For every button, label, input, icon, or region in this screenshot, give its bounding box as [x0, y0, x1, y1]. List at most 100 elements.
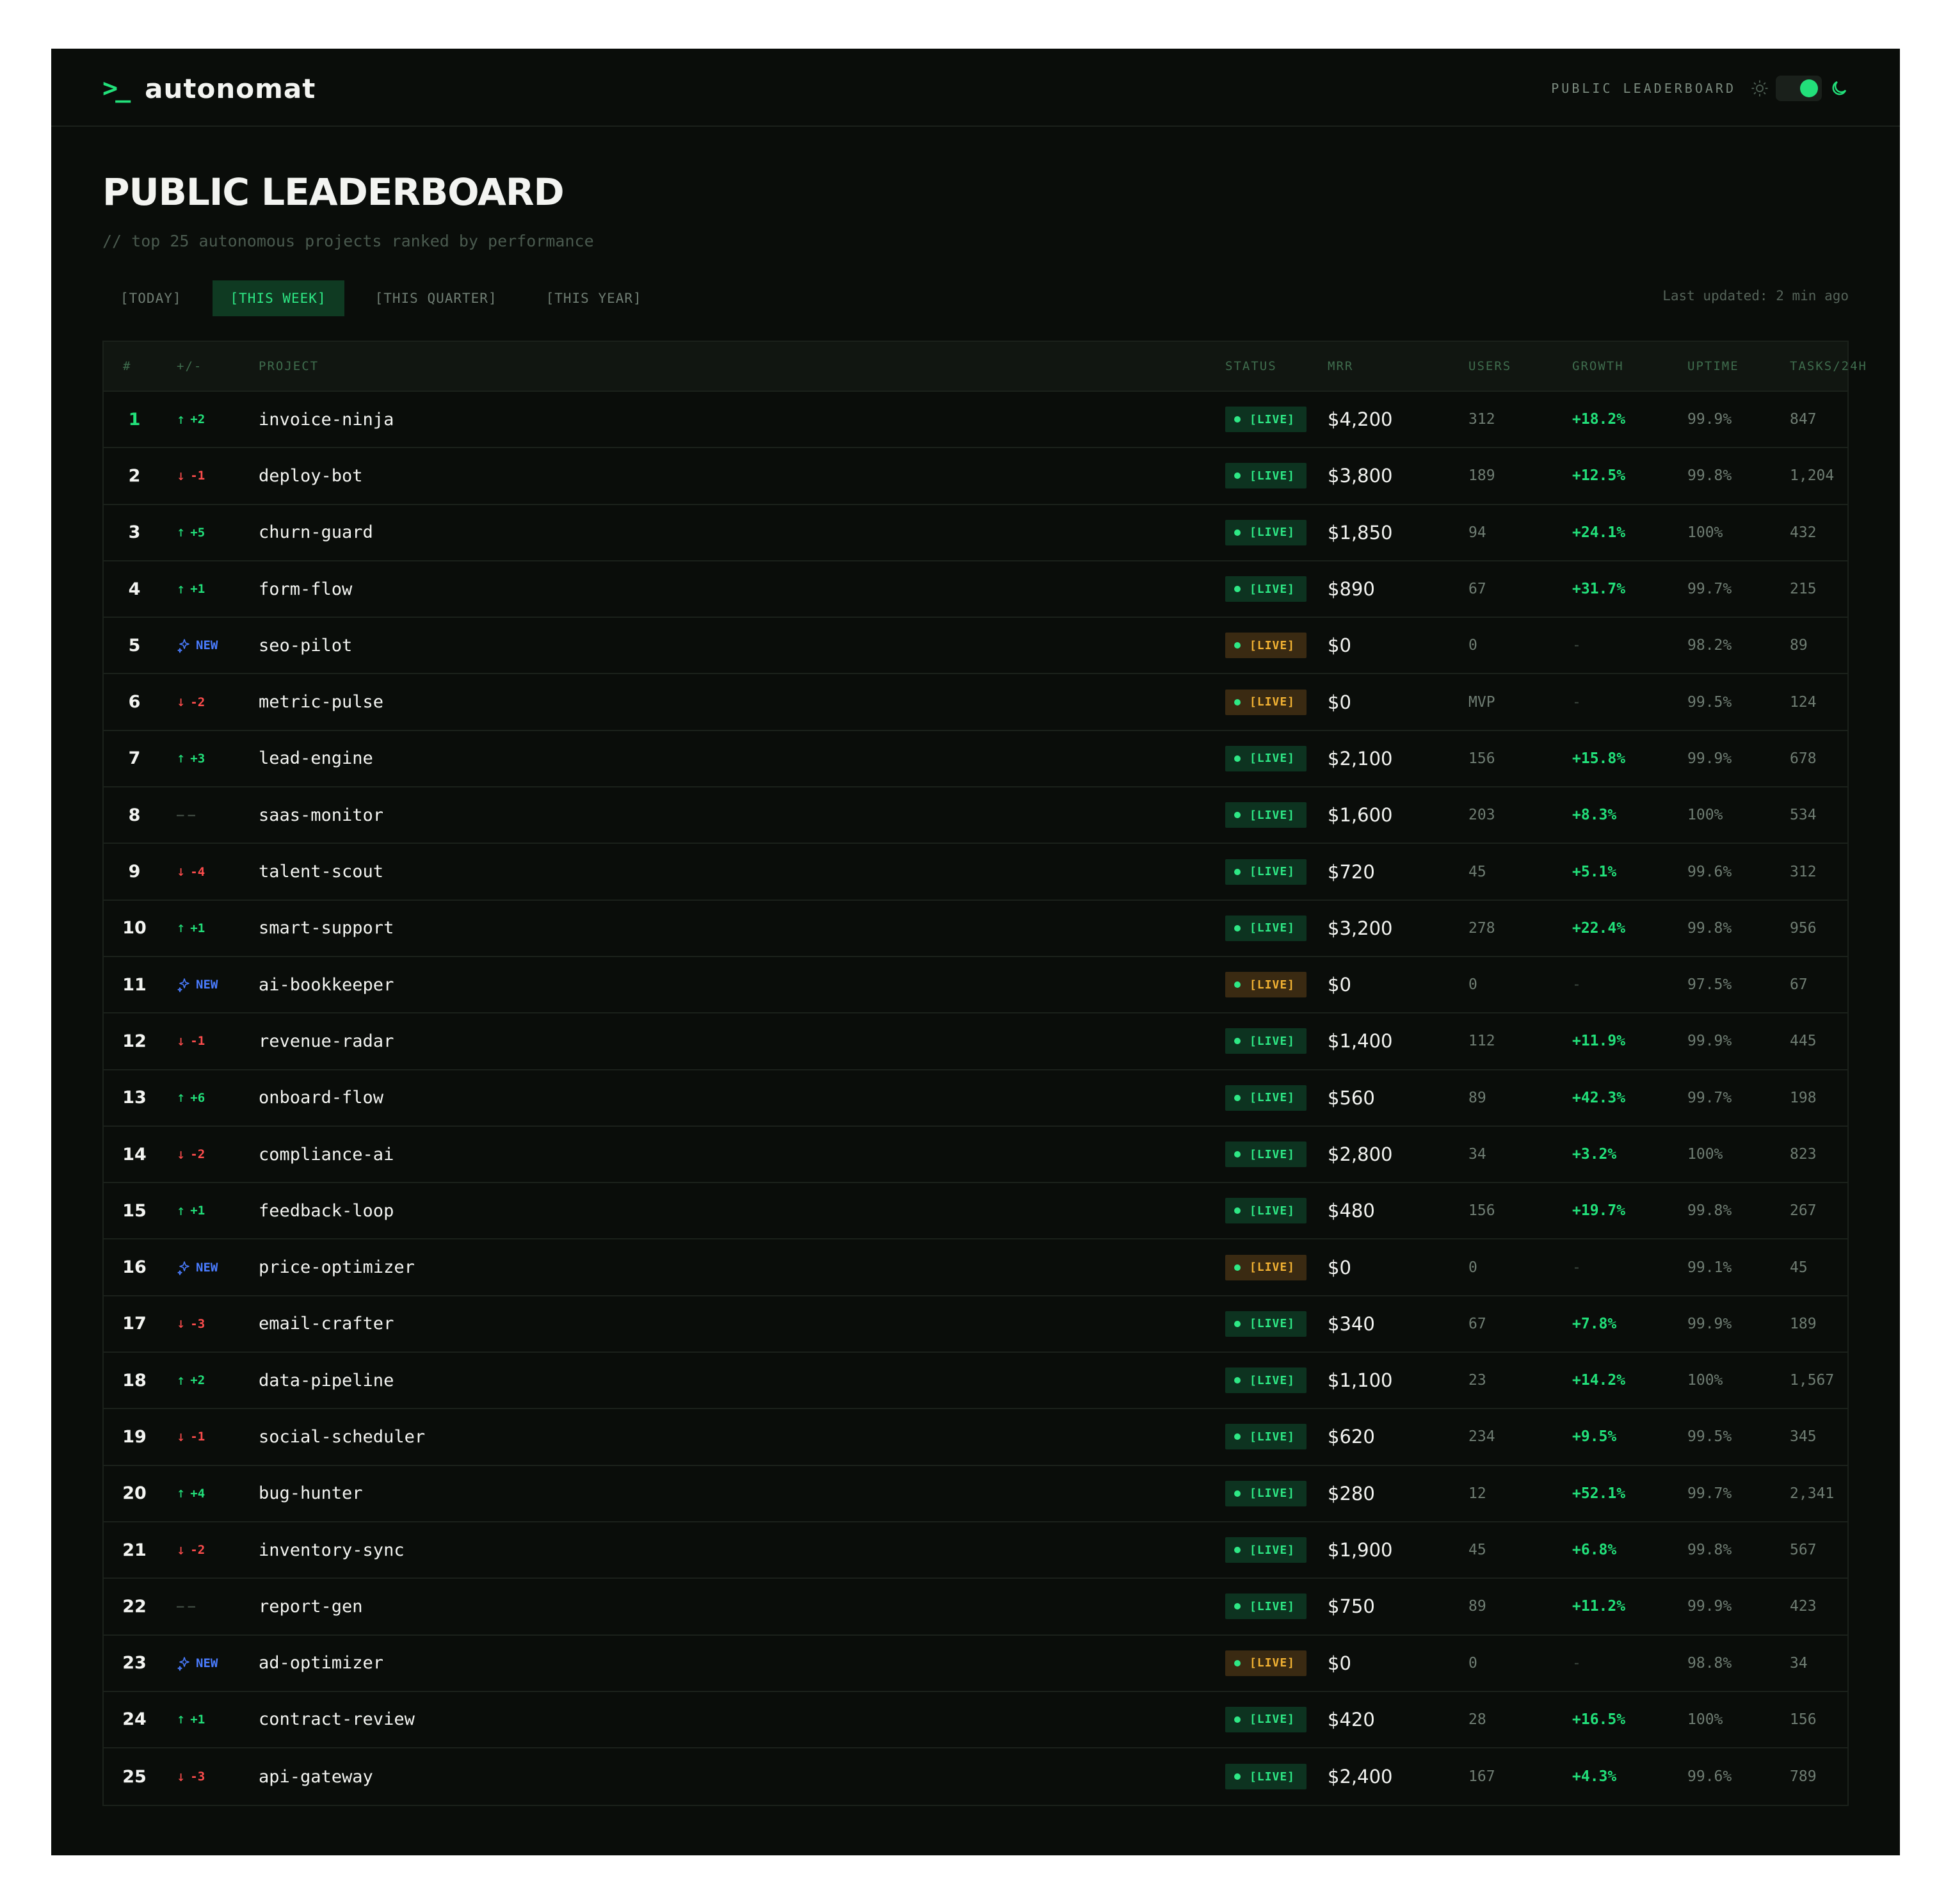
- column-header-mrr[interactable]: MRR: [1328, 342, 1353, 391]
- table-row[interactable]: 23 NEW ad-optimizer [LIVE] $0 0 - 98.8% …: [104, 1636, 1847, 1692]
- status-dot-icon: [1234, 868, 1241, 875]
- page-title: PUBLIC LEADERBOARD: [102, 170, 565, 214]
- uptime-cell: 99.5%: [1687, 693, 1732, 711]
- column-header-uptime[interactable]: UPTIME: [1687, 342, 1739, 391]
- table-row[interactable]: 25 ↓ -3 api-gateway [LIVE] $2,400 167 +4.…: [104, 1748, 1847, 1805]
- status-cell: [LIVE]: [1225, 1636, 1307, 1691]
- project-name[interactable]: inventory-sync: [259, 1522, 405, 1577]
- project-name[interactable]: compliance-ai: [259, 1127, 394, 1182]
- project-name[interactable]: seo-pilot: [259, 618, 352, 673]
- column-header-users[interactable]: USERS: [1468, 342, 1511, 391]
- project-name[interactable]: invoice-ninja: [259, 392, 394, 447]
- table-row[interactable]: 20 ↑ +4 bug-hunter [LIVE] $280 12 +52.1% …: [104, 1466, 1847, 1522]
- project-name[interactable]: form-flow: [259, 561, 352, 617]
- table-row[interactable]: 4 ↑ +1 form-flow [LIVE] $890 67 +31.7% 99…: [104, 561, 1847, 618]
- column-header-growth[interactable]: GROWTH: [1572, 342, 1624, 391]
- status-badge: [LIVE]: [1225, 1593, 1307, 1620]
- tab-today[interactable]: [TODAY]: [102, 280, 200, 316]
- project-name[interactable]: deploy-bot: [259, 448, 363, 503]
- column-header-tasks[interactable]: TASKS/24H: [1790, 342, 1867, 391]
- column-header-status[interactable]: STATUS: [1225, 342, 1277, 391]
- table-row[interactable]: 12 ↓ -1 revenue-radar [LIVE] $1,400 112 +…: [104, 1013, 1847, 1070]
- table-row[interactable]: 13 ↑ +6 onboard-flow [LIVE] $560 89 +42.3…: [104, 1070, 1847, 1127]
- table-row[interactable]: 14 ↓ -2 compliance-ai [LIVE] $2,800 34 +3…: [104, 1127, 1847, 1184]
- project-name[interactable]: metric-pulse: [259, 674, 383, 729]
- project-name[interactable]: ai-bookkeeper: [259, 957, 394, 1012]
- column-header-change[interactable]: +/-: [177, 342, 202, 391]
- project-name[interactable]: churn-guard: [259, 505, 373, 560]
- table-row[interactable]: 21 ↓ -2 inventory-sync [LIVE] $1,900 45 +…: [104, 1522, 1847, 1579]
- project-name[interactable]: social-scheduler: [259, 1409, 425, 1464]
- status-dot-icon: [1234, 586, 1241, 593]
- rank-change-value: ——: [177, 1599, 199, 1614]
- project-name[interactable]: price-optimizer: [259, 1239, 415, 1295]
- uptime-cell: 99.5%: [1687, 1428, 1732, 1446]
- users-cell: 312: [1468, 411, 1495, 428]
- table-row[interactable]: 18 ↑ +2 data-pipeline [LIVE] $1,100 23 +1…: [104, 1353, 1847, 1410]
- tasks-cell: 156: [1790, 1711, 1817, 1728]
- sparkle-icon: [177, 1656, 189, 1671]
- growth-cell: +24.1%: [1572, 524, 1626, 541]
- tab-this-week[interactable]: [THIS WEEK]: [212, 280, 344, 316]
- moon-icon[interactable]: [1829, 79, 1849, 98]
- rank-change-value: NEW: [196, 1260, 218, 1275]
- project-name[interactable]: lead-engine: [259, 731, 373, 786]
- project-name[interactable]: data-pipeline: [259, 1353, 394, 1408]
- arrow-up-icon: ↑: [177, 750, 186, 767]
- project-name[interactable]: ad-optimizer: [259, 1636, 383, 1691]
- table-row[interactable]: 8 —— saas-monitor [LIVE] $1,600 203 +8.3…: [104, 787, 1847, 844]
- status-dot-icon: [1234, 1377, 1241, 1384]
- mrr-cell: $0: [1328, 691, 1351, 713]
- table-row[interactable]: 2 ↓ -1 deploy-bot [LIVE] $3,800 189 +12.5…: [104, 448, 1847, 505]
- uptime-cell: 97.5%: [1687, 976, 1732, 994]
- column-header-rank[interactable]: #: [123, 342, 131, 391]
- project-name[interactable]: feedback-loop: [259, 1183, 394, 1238]
- table-row[interactable]: 3 ↑ +5 churn-guard [LIVE] $1,850 94 +24.1…: [104, 505, 1847, 561]
- status-cell: [LIVE]: [1225, 844, 1307, 899]
- table-row[interactable]: 11 NEW ai-bookkeeper [LIVE] $0 0 - 97.5%…: [104, 957, 1847, 1014]
- status-badge: [LIVE]: [1225, 802, 1307, 828]
- table-row[interactable]: 1 ↑ +2 invoice-ninja [LIVE] $4,200 312 +1…: [104, 392, 1847, 449]
- column-header-project[interactable]: PROJECT: [259, 342, 319, 391]
- table-row[interactable]: 9 ↓ -4 talent-scout [LIVE] $720 45 +5.1% …: [104, 844, 1847, 901]
- status-badge: [LIVE]: [1225, 1198, 1307, 1224]
- table-row[interactable]: 17 ↓ -3 email-crafter [LIVE] $340 67 +7.8…: [104, 1296, 1847, 1353]
- rank-change-cell: ↓ -3: [177, 1296, 205, 1351]
- tab-this-year[interactable]: [THIS YEAR]: [528, 280, 660, 316]
- project-name[interactable]: bug-hunter: [259, 1466, 363, 1521]
- table-row[interactable]: 22 —— report-gen [LIVE] $750 89 +11.2% 9…: [104, 1579, 1847, 1636]
- nav-label[interactable]: PUBLIC LEADERBOARD: [1551, 81, 1736, 96]
- project-name[interactable]: onboard-flow: [259, 1070, 383, 1125]
- rank-change-cell: ↓ -2: [177, 1127, 205, 1182]
- project-name[interactable]: saas-monitor: [259, 787, 383, 843]
- tasks-cell: 445: [1790, 1033, 1817, 1050]
- status-cell: [LIVE]: [1225, 787, 1307, 843]
- table-row[interactable]: 19 ↓ -1 social-scheduler [LIVE] $620 234 …: [104, 1409, 1847, 1466]
- table-row[interactable]: 7 ↑ +3 lead-engine [LIVE] $2,100 156 +15.…: [104, 731, 1847, 788]
- table-row[interactable]: 24 ↑ +1 contract-review [LIVE] $420 28 +1…: [104, 1692, 1847, 1749]
- status-cell: [LIVE]: [1225, 1183, 1307, 1238]
- growth-cell: +4.3%: [1572, 1768, 1617, 1786]
- project-name[interactable]: report-gen: [259, 1579, 363, 1634]
- project-name[interactable]: contract-review: [259, 1692, 415, 1747]
- rank-cell: 25: [122, 1766, 147, 1787]
- growth-cell: +3.2%: [1572, 1146, 1617, 1163]
- project-name[interactable]: revenue-radar: [259, 1013, 394, 1069]
- rank-change-value: -3: [190, 1770, 205, 1784]
- project-name[interactable]: smart-support: [259, 901, 394, 956]
- table-row[interactable]: 6 ↓ -2 metric-pulse [LIVE] $0 MVP - 99.5%…: [104, 674, 1847, 731]
- logo[interactable]: >_ autonomat: [102, 70, 316, 106]
- growth-cell: +6.8%: [1572, 1542, 1617, 1559]
- table-row[interactable]: 16 NEW price-optimizer [LIVE] $0 0 - 99.…: [104, 1239, 1847, 1296]
- rank-change-value: -1: [190, 1034, 205, 1049]
- project-name[interactable]: talent-scout: [259, 844, 383, 899]
- tasks-cell: 215: [1790, 581, 1817, 598]
- project-name[interactable]: api-gateway: [259, 1748, 373, 1805]
- tab-this-quarter[interactable]: [THIS QUARTER]: [357, 280, 515, 316]
- table-row[interactable]: 5 NEW seo-pilot [LIVE] $0 0 - 98.2% 89: [104, 618, 1847, 675]
- table-row[interactable]: 10 ↑ +1 smart-support [LIVE] $3,200 278 +…: [104, 901, 1847, 957]
- project-name[interactable]: email-crafter: [259, 1296, 394, 1351]
- table-row[interactable]: 15 ↑ +1 feedback-loop [LIVE] $480 156 +19…: [104, 1183, 1847, 1240]
- sun-icon[interactable]: [1750, 79, 1769, 98]
- theme-toggle[interactable]: [1776, 76, 1822, 101]
